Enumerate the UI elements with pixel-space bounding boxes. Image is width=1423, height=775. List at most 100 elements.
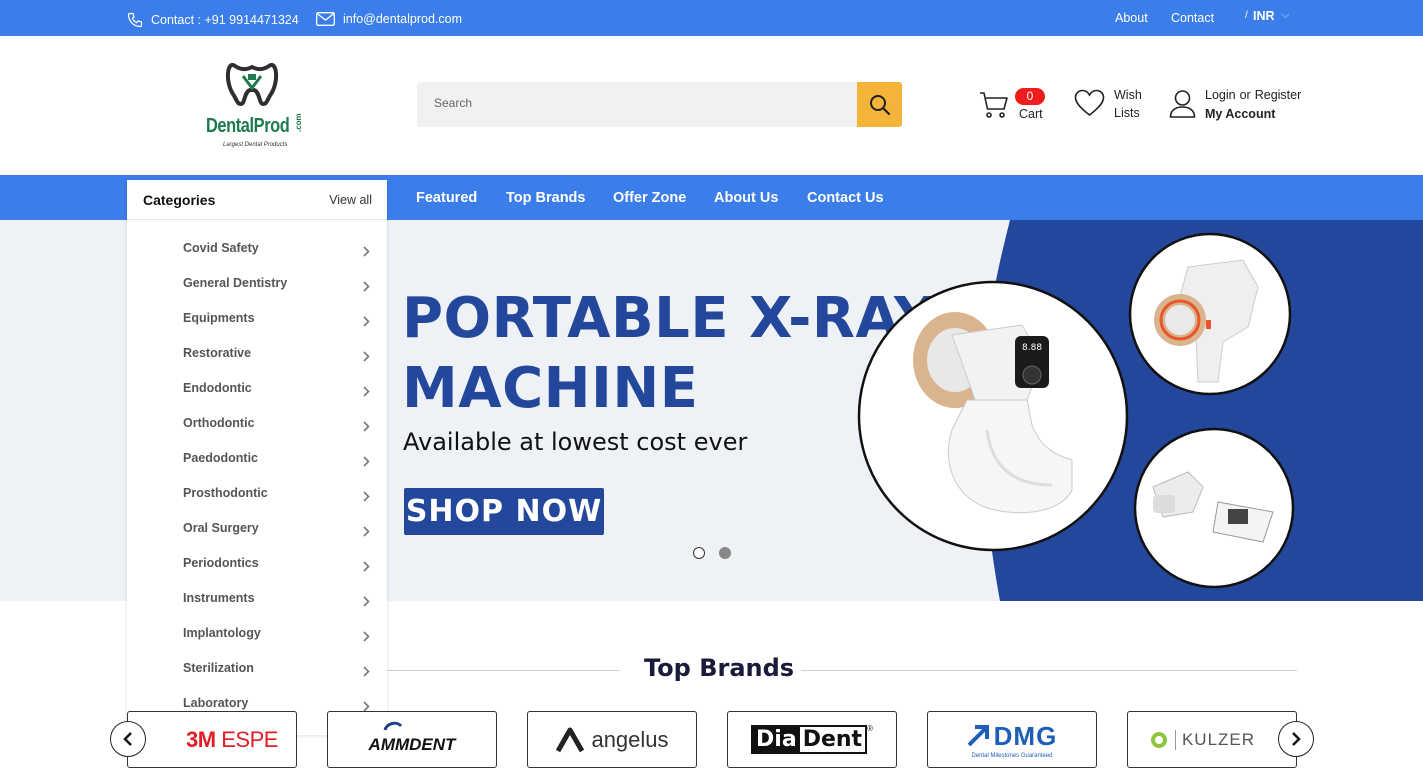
top-about-link[interactable]: About bbox=[1115, 11, 1148, 25]
brand-kulzer-label: KULZER bbox=[1174, 729, 1255, 750]
category-item[interactable]: General Dentistry bbox=[127, 276, 387, 311]
register-link[interactable]: Register bbox=[1255, 88, 1302, 102]
category-label: Implantology bbox=[183, 626, 261, 640]
chevron-right-icon bbox=[1292, 732, 1301, 746]
wishlist-link[interactable] bbox=[1074, 89, 1105, 117]
tooth-logo-icon bbox=[226, 62, 278, 107]
contact-email[interactable]: info@dentalprod.com bbox=[316, 12, 462, 26]
category-item[interactable]: Instruments bbox=[127, 591, 387, 626]
device-screen-text: 8.88 bbox=[1022, 343, 1042, 353]
login-register: Login or Register bbox=[1205, 88, 1301, 102]
brand-diadent[interactable]: Dia Dent ® bbox=[727, 711, 897, 768]
or-text: or bbox=[1239, 88, 1251, 102]
contact-phone[interactable]: Contact : +91 9914471324 bbox=[127, 12, 299, 28]
chevron-right-icon bbox=[363, 559, 370, 577]
chevron-right-icon bbox=[363, 629, 370, 647]
logo-wordmark: DentalProd bbox=[206, 115, 290, 137]
brand-dmg-tagline: Dental Milestones Guaranteed bbox=[971, 752, 1053, 759]
chevron-right-icon bbox=[363, 524, 370, 542]
chevron-right-icon bbox=[363, 454, 370, 472]
currency-label: INR bbox=[1253, 9, 1275, 23]
category-label: Periodontics bbox=[183, 556, 259, 570]
category-item[interactable]: Orthodontic bbox=[127, 416, 387, 451]
brand-3m-espe[interactable]: 3M ESPE bbox=[127, 711, 297, 768]
category-item[interactable]: Oral Surgery bbox=[127, 521, 387, 556]
brand-dmg[interactable]: DMG Dental Milestones Guaranteed bbox=[927, 711, 1097, 768]
xray-device-image: 8.88 bbox=[857, 280, 1129, 552]
brands-divider-right bbox=[801, 670, 1297, 671]
brand-dmg-label: DMG bbox=[993, 720, 1058, 751]
category-label: Covid Safety bbox=[183, 241, 259, 255]
hero-title-line-1: PORTABLE X-RAY bbox=[402, 286, 936, 351]
category-item[interactable]: Equipments bbox=[127, 311, 387, 346]
chevron-right-icon bbox=[363, 594, 370, 612]
brand-3m-espe-label: 3M ESPE bbox=[186, 726, 278, 752]
phone-icon bbox=[127, 12, 143, 28]
category-label: Paedodontic bbox=[183, 451, 259, 465]
category-item[interactable]: Sterilization bbox=[127, 661, 387, 696]
category-label: Oral Surgery bbox=[183, 521, 259, 535]
chevron-right-icon bbox=[363, 279, 370, 297]
nav-featured[interactable]: Featured bbox=[416, 190, 477, 206]
brand-diadent-label: Dia Dent bbox=[751, 725, 868, 754]
chevron-left-icon bbox=[123, 732, 132, 746]
category-label: Restorative bbox=[183, 346, 252, 360]
heart-icon bbox=[1074, 89, 1105, 117]
ammdent-mark-icon bbox=[383, 721, 403, 731]
nav-offer-zone[interactable]: Offer Zone bbox=[613, 190, 686, 206]
mail-icon bbox=[316, 12, 335, 26]
site-header: DentalProd .com Largest Dental Products … bbox=[0, 36, 1423, 175]
nav-contact-us[interactable]: Contact Us bbox=[807, 190, 884, 206]
currency-selector[interactable]: INR bbox=[1253, 9, 1290, 23]
category-item[interactable]: Paedodontic bbox=[127, 451, 387, 486]
brands-next-button[interactable] bbox=[1278, 721, 1314, 757]
chevron-right-icon bbox=[363, 664, 370, 682]
xray-device-detail-image bbox=[1133, 427, 1295, 589]
category-item[interactable]: Covid Safety bbox=[127, 241, 387, 276]
chevron-right-icon bbox=[363, 244, 370, 262]
logo-suffix: .com bbox=[294, 113, 303, 132]
slide-dot-1[interactable] bbox=[693, 547, 705, 559]
brand-ammdent[interactable]: AMMDENT bbox=[327, 711, 497, 768]
brand-angelus[interactable]: angelus bbox=[527, 711, 697, 768]
search-input[interactable] bbox=[434, 96, 854, 110]
top-contact-link[interactable]: Contact bbox=[1171, 11, 1214, 25]
nav-about-us[interactable]: About Us bbox=[714, 190, 778, 206]
category-item[interactable]: Restorative bbox=[127, 346, 387, 381]
category-label: Laboratory bbox=[183, 696, 249, 710]
site-logo[interactable]: DentalProd .com Largest Dental Products bbox=[205, 54, 309, 154]
category-item[interactable]: Periodontics bbox=[127, 556, 387, 591]
cart-link[interactable] bbox=[979, 90, 1009, 120]
brands-prev-button[interactable] bbox=[110, 721, 146, 757]
wishlist-label-1[interactable]: Wish bbox=[1114, 88, 1142, 102]
contact-phone-label: Contact : +91 9914471324 bbox=[151, 13, 299, 27]
slide-dot-2[interactable] bbox=[719, 547, 731, 559]
brand-kulzer[interactable]: KULZER bbox=[1127, 711, 1297, 768]
search-button[interactable] bbox=[857, 82, 902, 127]
chevron-right-icon bbox=[363, 489, 370, 507]
search-icon bbox=[869, 94, 890, 115]
nav-top-brands[interactable]: Top Brands bbox=[506, 190, 585, 206]
category-item[interactable]: Prosthodontic bbox=[127, 486, 387, 521]
chevron-right-icon bbox=[363, 349, 370, 367]
cart-icon bbox=[980, 92, 1008, 118]
chevron-right-icon bbox=[363, 314, 370, 332]
view-all-link[interactable]: View all bbox=[329, 193, 372, 207]
login-link[interactable]: Login bbox=[1205, 88, 1236, 102]
cart-label[interactable]: Cart bbox=[1019, 107, 1043, 121]
top-bar: Contact : +91 9914471324 info@dentalprod… bbox=[0, 0, 1423, 36]
category-item[interactable]: Endodontic bbox=[127, 381, 387, 416]
categories-panel: Categories View all Covid Safety General … bbox=[127, 180, 387, 735]
category-label: General Dentistry bbox=[183, 276, 288, 290]
my-account-link[interactable]: My Account bbox=[1205, 107, 1275, 121]
chevron-right-icon bbox=[363, 384, 370, 402]
wishlist-label-2[interactable]: Lists bbox=[1114, 106, 1140, 120]
hero-title-line-2: MACHINE bbox=[402, 356, 699, 421]
brand-angelus-label: angelus bbox=[591, 726, 669, 752]
category-item[interactable]: Implantology bbox=[127, 626, 387, 661]
shop-now-button[interactable]: SHOP NOW bbox=[404, 488, 604, 535]
category-label: Endodontic bbox=[183, 381, 252, 395]
account-icon-wrap[interactable] bbox=[1169, 89, 1196, 118]
kulzer-mark-icon bbox=[1150, 731, 1167, 748]
category-label: Instruments bbox=[183, 591, 255, 605]
